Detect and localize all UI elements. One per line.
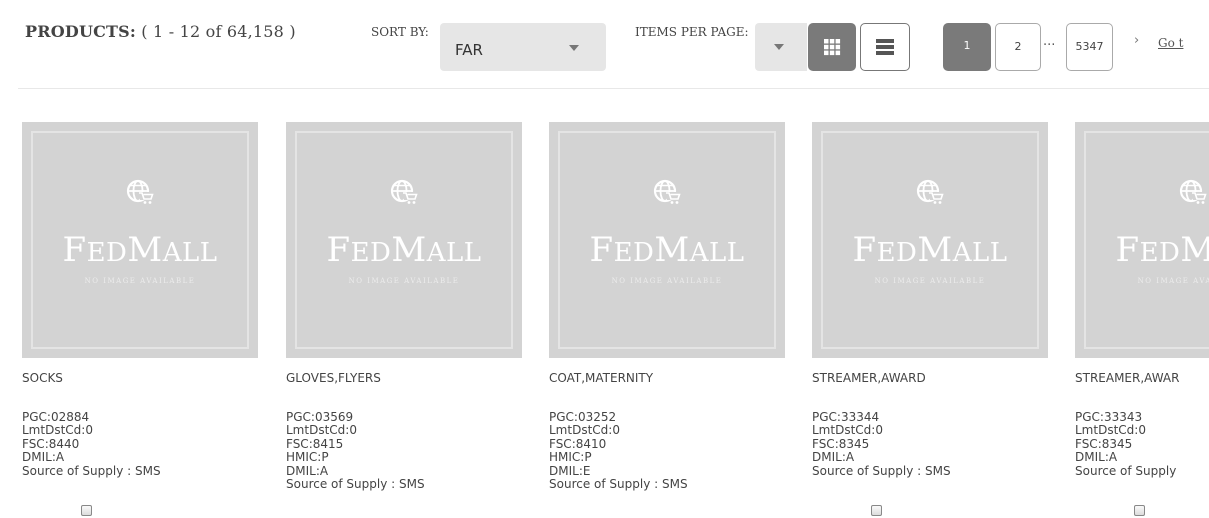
product-attr: DMIL:E xyxy=(549,463,591,478)
grid-view-icon xyxy=(824,39,841,56)
product-attr: Source of Supply : SMS xyxy=(22,463,161,478)
product-image-placeholder[interactable]: FEDMALL NO IMAGE AVAILABLE xyxy=(1075,122,1209,358)
page-last-button[interactable]: 5347 xyxy=(1066,23,1113,71)
list-view-button[interactable] xyxy=(860,23,910,71)
chevron-down-icon xyxy=(569,45,579,51)
product-attr: LmtDstCd:0 xyxy=(812,423,883,438)
product-attr: Source of Supply xyxy=(1075,463,1177,478)
placeholder-subtitle: NO IMAGE AVAILABLE xyxy=(348,277,460,285)
globe-cart-icon xyxy=(916,179,944,204)
product-attr: FSC:8345 xyxy=(812,436,870,451)
product-name[interactable]: COAT,MATERNITY xyxy=(549,371,653,385)
product-card[interactable]: FEDMALL NO IMAGE AVAILABLE STREAMER,AWAR… xyxy=(812,122,1050,518)
product-attr: DMIL:A xyxy=(812,450,855,465)
placeholder-brand: FEDMALL xyxy=(62,230,218,270)
globe-cart-icon xyxy=(126,179,154,204)
next-page-icon[interactable]: › xyxy=(1134,33,1139,48)
product-attr: LmtDstCd:0 xyxy=(22,423,93,438)
list-view-icon xyxy=(876,39,894,55)
product-attr: Source of Supply : SMS xyxy=(812,463,951,478)
go-to-page-link[interactable]: Go t xyxy=(1158,36,1183,50)
globe-cart-icon xyxy=(653,179,681,204)
product-card[interactable]: FEDMALL NO IMAGE AVAILABLE GLOVES,FLYERS… xyxy=(286,122,524,518)
globe-cart-icon xyxy=(390,179,418,204)
product-name[interactable]: STREAMER,AWARD xyxy=(812,371,926,385)
product-card[interactable]: FEDMALL NO IMAGE AVAILABLE COAT,MATERNIT… xyxy=(549,122,787,518)
items-per-page-label: ITEMS PER PAGE: xyxy=(635,25,749,39)
placeholder-subtitle: NO IMAGE AVAILABLE xyxy=(611,277,723,285)
product-attr: PGC:33343 xyxy=(1075,410,1143,424)
product-attr: LmtDstCd:0 xyxy=(1075,423,1146,438)
product-name[interactable]: SOCKS xyxy=(22,371,63,385)
product-image-placeholder[interactable]: FEDMALL NO IMAGE AVAILABLE xyxy=(549,122,785,358)
compare-checkbox[interactable] xyxy=(1134,505,1145,516)
product-attr: DMIL:A xyxy=(1075,450,1118,465)
page-1-button[interactable]: 1 xyxy=(943,23,991,71)
product-attributes: PGC:33343 LmtDstCd:0 FSC:8345 DMIL:A Sou… xyxy=(1075,410,1177,478)
product-attr: Source of Supply : SMS xyxy=(549,477,688,492)
product-attr: LmtDstCd:0 xyxy=(286,423,357,438)
product-name[interactable]: STREAMER,AWAR xyxy=(1075,371,1179,385)
product-attr: PGC:03569 xyxy=(286,410,354,424)
sort-by-select[interactable]: FAR xyxy=(440,23,606,71)
product-attr: HMIC:P xyxy=(549,450,592,465)
page-2-button[interactable]: 2 xyxy=(995,23,1041,71)
product-image-placeholder[interactable]: FEDMALL NO IMAGE AVAILABLE xyxy=(286,122,522,358)
product-card[interactable]: FEDMALL NO IMAGE AVAILABLE STREAMER,AWAR… xyxy=(1075,122,1209,518)
products-count: PRODUCTS: ( 1 - 12 of 64,158 ) xyxy=(25,22,296,41)
products-range: ( 1 - 12 of 64,158 ) xyxy=(141,22,296,41)
product-attr: Source of Supply : SMS xyxy=(286,477,425,492)
pagination-ellipsis: ... xyxy=(1043,34,1056,49)
product-attributes: PGC:03252 LmtDstCd:0 FSC:8410 HMIC:P DMI… xyxy=(549,410,688,492)
placeholder-brand: FEDMALL xyxy=(326,230,482,270)
results-toolbar: PRODUCTS: ( 1 - 12 of 64,158 ) SORT BY: … xyxy=(0,0,1209,88)
placeholder-brand: FEDMALL xyxy=(1115,230,1209,270)
product-attr: LmtDstCd:0 xyxy=(549,423,620,438)
grid-view-button[interactable] xyxy=(808,23,856,71)
product-attr: FSC:8345 xyxy=(1075,436,1133,451)
product-attr: PGC:33344 xyxy=(812,410,880,424)
product-attr: PGC:03252 xyxy=(549,410,617,424)
product-attributes: PGC:02884 LmtDstCd:0 FSC:8440 DMIL:A Sou… xyxy=(22,410,161,478)
compare-checkbox[interactable] xyxy=(81,505,92,516)
placeholder-brand: FEDMALL xyxy=(589,230,745,270)
products-label: PRODUCTS: xyxy=(25,22,136,41)
product-attr: FSC:8410 xyxy=(549,436,607,451)
product-image-placeholder[interactable]: FEDMALL NO IMAGE AVAILABLE xyxy=(22,122,258,358)
sort-by-value: FAR xyxy=(455,41,483,59)
product-attr: DMIL:A xyxy=(22,450,65,465)
placeholder-subtitle: NO IMAGE AVAILABLE xyxy=(84,277,196,285)
items-per-page-select[interactable] xyxy=(755,23,807,71)
product-attr: HMIC:P xyxy=(286,450,329,465)
compare-checkbox[interactable] xyxy=(871,505,882,516)
product-attr: PGC:02884 xyxy=(22,410,90,424)
chevron-down-icon xyxy=(774,44,784,50)
sort-by-label: SORT BY: xyxy=(371,25,429,39)
product-attr: FSC:8415 xyxy=(286,436,344,451)
product-card[interactable]: FEDMALL NO IMAGE AVAILABLE SOCKS PGC:028… xyxy=(22,122,260,518)
product-name[interactable]: GLOVES,FLYERS xyxy=(286,371,381,385)
placeholder-brand: FEDMALL xyxy=(852,230,1008,270)
placeholder-subtitle: NO IMAGE AVAILABLE xyxy=(1137,277,1209,285)
product-image-placeholder[interactable]: FEDMALL NO IMAGE AVAILABLE xyxy=(812,122,1048,358)
placeholder-subtitle: NO IMAGE AVAILABLE xyxy=(874,277,986,285)
product-attr: FSC:8440 xyxy=(22,436,80,451)
toolbar-divider xyxy=(18,88,1209,89)
product-attributes: PGC:03569 LmtDstCd:0 FSC:8415 HMIC:P DMI… xyxy=(286,410,425,492)
globe-cart-icon xyxy=(1179,179,1207,204)
product-attributes: PGC:33344 LmtDstCd:0 FSC:8345 DMIL:A Sou… xyxy=(812,410,951,478)
product-attr: DMIL:A xyxy=(286,463,329,478)
